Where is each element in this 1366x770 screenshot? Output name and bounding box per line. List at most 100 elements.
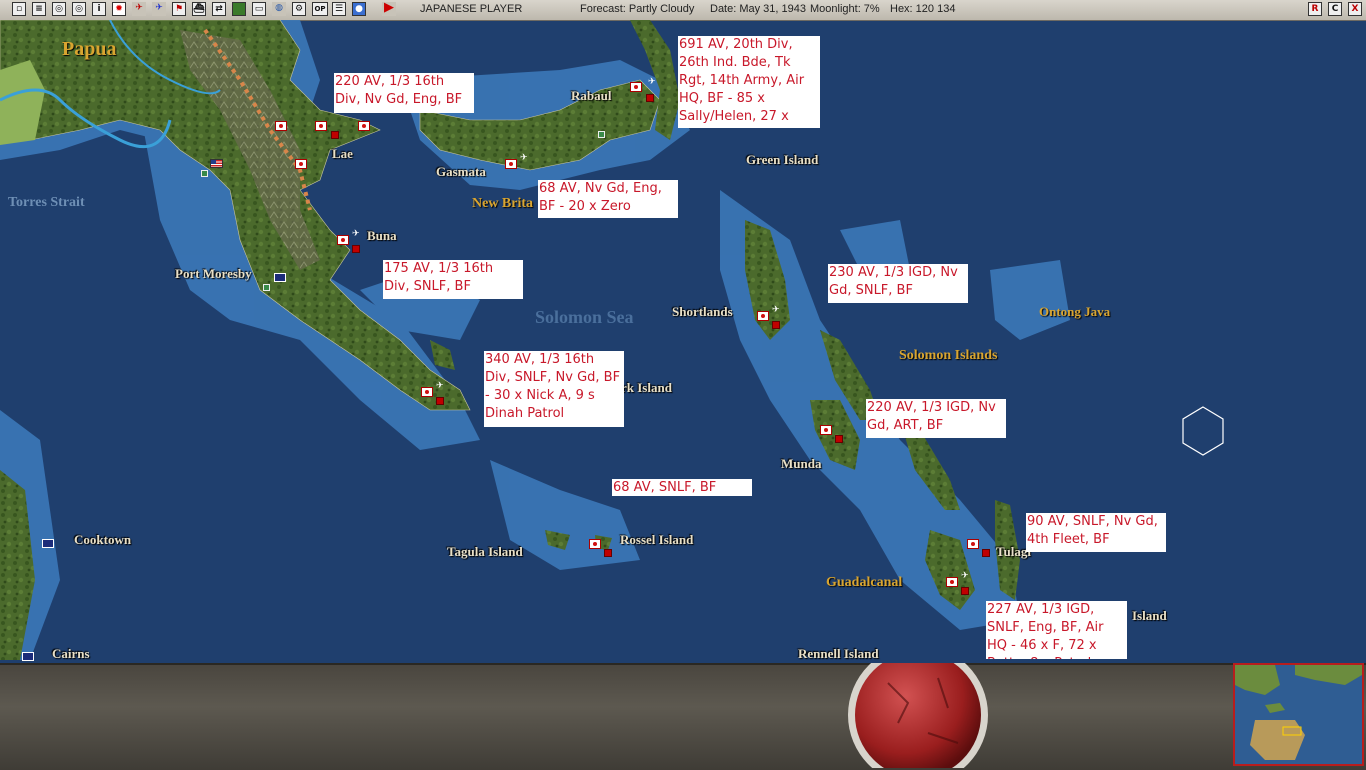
place-island[interactable]: Island bbox=[1132, 608, 1167, 624]
base-info-woodlark: 340 AV, 1/3 16th Div, SNLF, Nv Gd, BF - … bbox=[484, 351, 624, 427]
base-icon[interactable]: ▭ bbox=[252, 2, 266, 16]
jp-base-marker-lae[interactable] bbox=[315, 121, 327, 131]
aircraft-icon: ✈ bbox=[961, 570, 969, 580]
base-info-buna: 175 AV, 1/3 16th Div, SNLF, BF bbox=[383, 260, 523, 299]
aircraft-icon: ✈ bbox=[648, 76, 656, 86]
sea-torres-strait: Torres Strait bbox=[8, 195, 85, 210]
task-force-icon[interactable]: ◎ bbox=[72, 2, 86, 16]
allied-unit-marker[interactable] bbox=[598, 131, 605, 138]
place-rennell-island[interactable]: Rennell Island bbox=[798, 646, 879, 662]
allied-base-marker-cooktown[interactable] bbox=[42, 539, 54, 548]
place-cairns[interactable]: Cairns bbox=[52, 646, 90, 662]
jp-unit-marker[interactable] bbox=[961, 587, 969, 595]
place-green-island[interactable]: Green Island bbox=[746, 152, 818, 168]
ship-list-icon[interactable]: ◎ bbox=[52, 2, 66, 16]
play-turn-icon[interactable]: ▶ bbox=[382, 2, 396, 16]
aircraft-icon: ✈ bbox=[520, 152, 528, 162]
base-info-guadalcanal: 227 AV, 1/3 IGD, SNLF, Eng, BF, Air HQ -… bbox=[986, 601, 1127, 659]
sea-solomon: Solomon Sea bbox=[535, 307, 634, 327]
mini-map-view bbox=[1235, 665, 1362, 764]
base-info-rossel: 68 AV, SNLF, BF bbox=[612, 479, 752, 496]
place-tagula-island[interactable]: Tagula Island bbox=[447, 544, 523, 560]
jp-base-marker[interactable] bbox=[275, 121, 287, 131]
allied-base-marker-cairns[interactable] bbox=[22, 652, 34, 661]
date-text: Date: May 31, 1943 bbox=[710, 3, 807, 15]
swap-icon[interactable]: ⇄ bbox=[212, 2, 226, 16]
place-gasmata[interactable]: Gasmata bbox=[436, 164, 486, 180]
mini-map[interactable] bbox=[1233, 663, 1364, 766]
aircraft-icon[interactable]: ✈ bbox=[132, 2, 146, 16]
jp-unit-marker[interactable] bbox=[352, 245, 360, 253]
aircraft-icon: ✈ bbox=[772, 304, 780, 314]
jp-unit-marker[interactable] bbox=[436, 397, 444, 405]
flag-icon[interactable]: ⚑ bbox=[172, 2, 186, 16]
jp-unit-marker[interactable] bbox=[982, 549, 990, 557]
report-icon[interactable]: ≡ bbox=[32, 2, 46, 16]
allied-base-marker-port-moresby[interactable] bbox=[274, 273, 286, 282]
jp-unit-marker[interactable] bbox=[331, 131, 339, 139]
jp-base-marker-shortlands[interactable] bbox=[757, 311, 769, 321]
jp-base-marker-buna[interactable] bbox=[337, 235, 349, 245]
place-cooktown[interactable]: Cooktown bbox=[74, 532, 131, 548]
allied-unit-marker[interactable] bbox=[201, 170, 208, 177]
jp-base-marker-guadalcanal[interactable] bbox=[946, 577, 958, 587]
game-map[interactable]: Papua New Brita Solomon Islands Guadalca… bbox=[0, 20, 1366, 663]
base-info-munda: 220 AV, 1/3 IGD, Nv Gd, ART, BF bbox=[866, 399, 1006, 438]
place-port-moresby[interactable]: Port Moresby bbox=[175, 266, 252, 282]
gear-icon[interactable]: ⚙ bbox=[292, 2, 306, 16]
bottom-panel bbox=[0, 663, 1366, 770]
allied-unit-marker[interactable] bbox=[263, 284, 270, 291]
window-icon[interactable]: ▫ bbox=[12, 2, 26, 16]
jp-unit-marker[interactable] bbox=[772, 321, 780, 329]
hex-selector bbox=[1182, 406, 1224, 456]
place-rabaul[interactable]: Rabaul bbox=[571, 88, 611, 104]
list-icon[interactable]: ☰ bbox=[332, 2, 346, 16]
place-lae[interactable]: Lae bbox=[332, 146, 353, 162]
jp-base-marker-rabaul[interactable] bbox=[630, 82, 642, 92]
base-info-shortlands: 230 AV, 1/3 IGD, Nv Gd, SNLF, BF bbox=[828, 264, 968, 303]
c-button[interactable]: C bbox=[1328, 2, 1342, 16]
ship-icon[interactable]: ⛴ bbox=[192, 2, 206, 16]
place-rossel-island[interactable]: Rossel Island bbox=[620, 532, 693, 548]
player-side: JAPANESE PLAYER bbox=[420, 3, 523, 15]
jp-unit-marker[interactable] bbox=[604, 549, 612, 557]
base-info-gasmata: 68 AV, Nv Gd, Eng, BF - 20 x Zero bbox=[538, 180, 678, 218]
info-icon[interactable]: i bbox=[92, 2, 106, 16]
base-info-tulagi: 90 AV, SNLF, Nv Gd, 4th Fleet, BF bbox=[1026, 513, 1166, 552]
jp-base-marker[interactable] bbox=[358, 121, 370, 131]
options-icon[interactable]: OP bbox=[312, 2, 328, 16]
aircraft-icon: ✈ bbox=[436, 380, 444, 390]
region-solomon-islands: Solomon Islands bbox=[899, 348, 998, 363]
place-munda[interactable]: Munda bbox=[781, 456, 821, 472]
r-button[interactable]: R bbox=[1308, 2, 1322, 16]
region-ontong-java: Ontong Java bbox=[1039, 304, 1111, 319]
us-flag-icon[interactable] bbox=[210, 159, 223, 168]
base-info-rabaul: 691 AV, 20th Div, 26th Ind. Bde, Tk Rgt,… bbox=[678, 36, 820, 128]
forecast-text: Forecast: Partly Cloudy bbox=[580, 3, 695, 15]
jp-base-marker-tulagi[interactable] bbox=[967, 539, 979, 549]
globe-icon[interactable]: ◍ bbox=[272, 2, 286, 16]
region-guadalcanal: Guadalcanal bbox=[826, 575, 903, 590]
jp-unit-marker[interactable] bbox=[835, 435, 843, 443]
region-new-britain: New Brita bbox=[472, 196, 534, 211]
top-toolbar: ▫ ≡ ◎ ◎ i ✹ ✈ ✈ ⚑ ⛴ ⇄ ▭ ◍ ⚙ OP ☰ ● ▶ JAP… bbox=[0, 0, 1366, 21]
jp-base-marker-woodlark[interactable] bbox=[421, 387, 433, 397]
weather-icon[interactable]: ● bbox=[352, 2, 366, 16]
jp-base-marker-gasmata[interactable] bbox=[505, 159, 517, 169]
jp-unit-marker[interactable] bbox=[646, 94, 654, 102]
place-woodlark-island[interactable]: rk Island bbox=[621, 380, 672, 396]
end-turn-dial[interactable] bbox=[848, 663, 990, 768]
fighter-icon[interactable]: ✈ bbox=[152, 2, 166, 16]
terrain-icon[interactable] bbox=[232, 2, 246, 16]
place-buna[interactable]: Buna bbox=[367, 228, 397, 244]
aircraft-icon: ✈ bbox=[352, 228, 360, 238]
hex-text: Hex: 120 134 bbox=[890, 3, 956, 15]
region-papua: Papua bbox=[62, 38, 117, 60]
moonlight-text: Moonlight: 7% bbox=[810, 3, 880, 15]
jp-base-marker-munda[interactable] bbox=[820, 425, 832, 435]
place-shortlands[interactable]: Shortlands bbox=[672, 304, 733, 320]
jp-base-marker[interactable] bbox=[295, 159, 307, 169]
exit-button[interactable]: X bbox=[1348, 2, 1362, 16]
jp-base-marker-rossel[interactable] bbox=[589, 539, 601, 549]
japan-flag-icon[interactable]: ✹ bbox=[112, 2, 126, 16]
